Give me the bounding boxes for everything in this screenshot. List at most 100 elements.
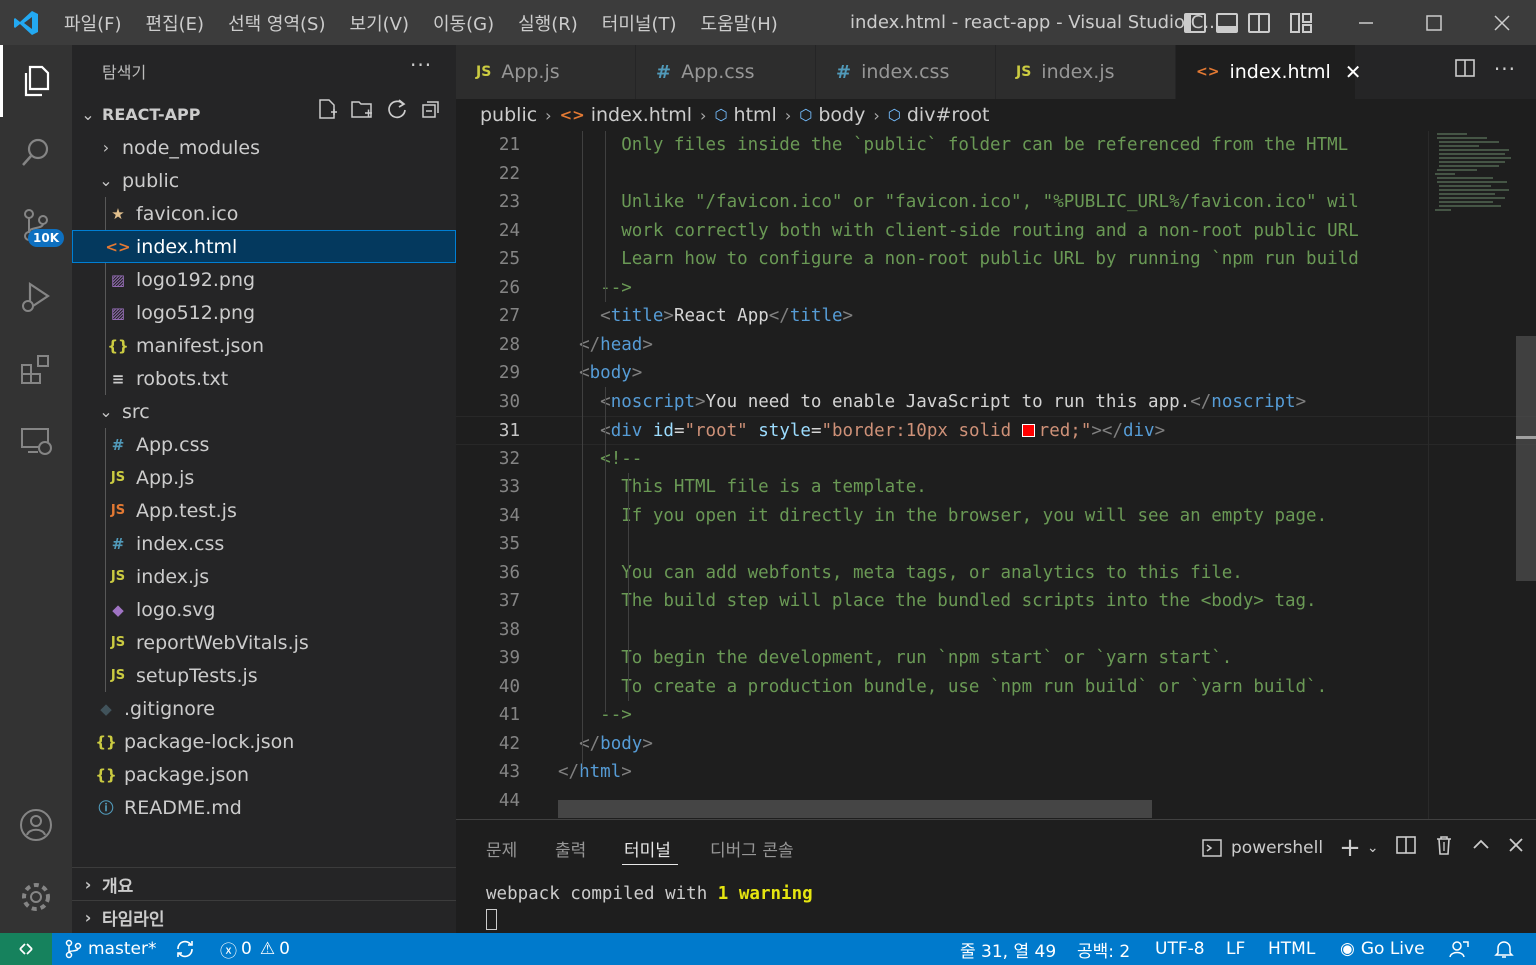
project-header[interactable]: ⌄ REACT-APP bbox=[72, 98, 456, 131]
tree-file-app-test[interactable]: JS App.test.js bbox=[72, 494, 456, 527]
encoding[interactable]: UTF-8 bbox=[1155, 933, 1205, 965]
breadcrumb-item[interactable]: index.html bbox=[591, 104, 692, 126]
menu-edit[interactable]: 편집(E) bbox=[134, 10, 217, 36]
tree-file-setup-tests[interactable]: JS setupTests.js bbox=[72, 659, 456, 692]
collapse-all-icon[interactable] bbox=[420, 98, 442, 125]
tab-output[interactable]: 출력 bbox=[555, 836, 586, 861]
split-terminal-icon[interactable] bbox=[1395, 834, 1417, 861]
run-debug-icon[interactable] bbox=[0, 261, 72, 333]
code-line[interactable]: 29 <body> bbox=[456, 359, 1536, 388]
tree-folder-public[interactable]: ⌄ public bbox=[72, 164, 456, 197]
split-editor-icon[interactable] bbox=[1454, 57, 1476, 84]
minimize-button[interactable] bbox=[1332, 0, 1400, 45]
language-mode[interactable]: HTML bbox=[1268, 933, 1315, 965]
code-line[interactable]: 28 </head> bbox=[456, 331, 1536, 360]
breadcrumb-item[interactable]: body bbox=[818, 104, 865, 126]
close-window-button[interactable] bbox=[1468, 0, 1536, 45]
menu-view[interactable]: 보기(V) bbox=[338, 10, 421, 36]
remote-indicator-icon[interactable] bbox=[0, 933, 52, 965]
tree-file-app-css[interactable]: # App.css bbox=[72, 428, 456, 461]
code-line[interactable]: 37 The build step will place the bundled… bbox=[456, 587, 1536, 616]
code-line[interactable]: 40 To create a production bundle, use `n… bbox=[456, 673, 1536, 702]
vertical-scrollbar[interactable] bbox=[1516, 336, 1536, 581]
code-line[interactable]: 21 Only files inside the `public` folder… bbox=[456, 131, 1536, 160]
tree-file-report-web-vitals[interactable]: JS reportWebVitals.js bbox=[72, 626, 456, 659]
code-line[interactable]: 23 Unlike "/favicon.ico" or "favicon.ico… bbox=[456, 188, 1536, 217]
maximize-button[interactable] bbox=[1400, 0, 1468, 45]
menu-help[interactable]: 도움말(H) bbox=[689, 10, 790, 36]
remote-explorer-icon[interactable] bbox=[0, 405, 72, 477]
tab-index-css[interactable]: # index.css bbox=[816, 45, 996, 99]
tree-folder-node-modules[interactable]: › node_modules bbox=[72, 131, 456, 164]
customize-layout-icon[interactable] bbox=[1290, 12, 1312, 33]
tree-file-favicon[interactable]: ★ favicon.ico bbox=[72, 197, 456, 230]
tree-file-package-json[interactable]: {} package.json bbox=[72, 758, 456, 791]
git-branch[interactable]: master* bbox=[64, 933, 156, 965]
toggle-secondary-sidebar-icon[interactable] bbox=[1248, 12, 1270, 33]
indentation[interactable]: 공백: 2 bbox=[1077, 933, 1130, 965]
new-file-icon[interactable] bbox=[316, 98, 338, 125]
tab-problems[interactable]: 문제 bbox=[486, 836, 517, 861]
tree-file-logo-svg[interactable]: ◆ logo.svg bbox=[72, 593, 456, 626]
toggle-primary-sidebar-icon[interactable] bbox=[1184, 12, 1206, 33]
tree-file-logo192[interactable]: ▨ logo192.png bbox=[72, 263, 456, 296]
close-tab-icon[interactable]: ✕ bbox=[1345, 60, 1362, 84]
new-terminal-icon[interactable]: + bbox=[1339, 835, 1361, 861]
code-line[interactable]: 22 bbox=[456, 160, 1536, 189]
accounts-icon[interactable] bbox=[0, 789, 72, 861]
tree-file-index-js[interactable]: JS index.js bbox=[72, 560, 456, 593]
code-line[interactable]: 30 <noscript>You need to enable JavaScri… bbox=[456, 388, 1536, 417]
explorer-icon[interactable] bbox=[0, 45, 72, 117]
menu-go[interactable]: 이동(G) bbox=[421, 10, 506, 36]
code-line[interactable]: 42 </body> bbox=[456, 730, 1536, 759]
cursor-position[interactable]: 줄 31, 열 49 bbox=[960, 933, 1056, 965]
terminal-shell-selector[interactable]: powershell bbox=[1201, 837, 1323, 859]
tree-file-manifest[interactable]: {} manifest.json bbox=[72, 329, 456, 362]
code-line[interactable]: 33 This HTML file is a template. bbox=[456, 473, 1536, 502]
timeline-section-header[interactable]: › 타임라인 bbox=[72, 900, 456, 933]
tree-file-robots[interactable]: ≡ robots.txt bbox=[72, 362, 456, 395]
code-line[interactable]: 39 To begin the development, run `npm st… bbox=[456, 644, 1536, 673]
settings-gear-icon[interactable] bbox=[0, 861, 72, 933]
tree-file-index-html[interactable]: <> index.html bbox=[72, 230, 456, 263]
breadcrumb-item[interactable]: html bbox=[734, 104, 777, 126]
trash-icon[interactable] bbox=[1433, 834, 1455, 861]
tree-file-index-css[interactable]: # index.css bbox=[72, 527, 456, 560]
feedback-icon[interactable] bbox=[1448, 933, 1470, 965]
refresh-icon[interactable] bbox=[386, 98, 408, 125]
menu-file[interactable]: 파일(F) bbox=[52, 10, 134, 36]
breadcrumb-item[interactable]: div#root bbox=[907, 104, 990, 126]
toggle-panel-icon[interactable] bbox=[1216, 12, 1238, 33]
code-line[interactable]: 35 bbox=[456, 530, 1536, 559]
problems-indicator[interactable]: ⓧ 0 ⚠ 0 bbox=[220, 933, 290, 965]
tree-file-package-lock[interactable]: {} package-lock.json bbox=[72, 725, 456, 758]
extensions-icon[interactable] bbox=[0, 333, 72, 405]
code-line[interactable]: 38 bbox=[456, 616, 1536, 645]
minimap[interactable] bbox=[1428, 131, 1518, 819]
breadcrumb-item[interactable]: public bbox=[480, 104, 537, 126]
tree-file-readme[interactable]: ⓘ README.md bbox=[72, 791, 456, 824]
code-line[interactable]: 24 work correctly both with client-side … bbox=[456, 217, 1536, 246]
outline-section-header[interactable]: › 개요 bbox=[72, 867, 456, 900]
tab-index-html[interactable]: <> index.html ✕ bbox=[1176, 45, 1362, 99]
more-actions-icon[interactable]: ··· bbox=[410, 53, 432, 77]
code-editor[interactable]: 21 Only files inside the `public` folder… bbox=[456, 131, 1536, 819]
code-line[interactable]: 41 --> bbox=[456, 701, 1536, 730]
menu-terminal[interactable]: 터미널(T) bbox=[590, 10, 689, 36]
new-folder-icon[interactable] bbox=[350, 98, 374, 125]
code-line[interactable]: 31 <div id="root" style="border:10px sol… bbox=[456, 416, 1536, 445]
code-line[interactable]: 25 Learn how to configure a non-root pub… bbox=[456, 245, 1536, 274]
menu-run[interactable]: 실행(R) bbox=[506, 10, 590, 36]
code-line[interactable]: 43 </html> bbox=[456, 758, 1536, 787]
code-line[interactable]: 27 <title>React App</title> bbox=[456, 302, 1536, 331]
maximize-panel-icon[interactable] bbox=[1471, 835, 1491, 860]
search-icon[interactable] bbox=[0, 117, 72, 189]
chevron-down-icon[interactable]: ⌄ bbox=[1367, 840, 1379, 856]
horizontal-scrollbar[interactable] bbox=[558, 800, 1152, 818]
go-live-button[interactable]: ◉ Go Live bbox=[1340, 933, 1425, 965]
end-of-line[interactable]: LF bbox=[1226, 933, 1245, 965]
close-panel-icon[interactable] bbox=[1507, 836, 1525, 859]
tab-app-js[interactable]: JS App.js bbox=[456, 45, 636, 99]
tree-folder-src[interactable]: ⌄ src bbox=[72, 395, 456, 428]
tab-app-css[interactable]: # App.css bbox=[636, 45, 816, 99]
